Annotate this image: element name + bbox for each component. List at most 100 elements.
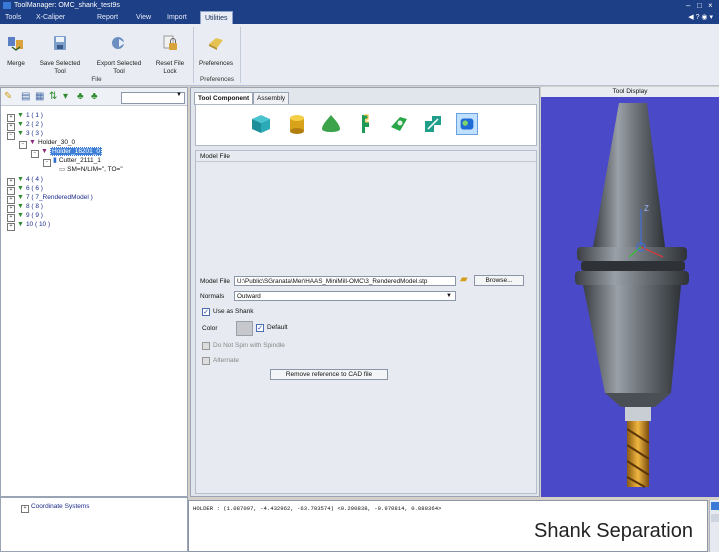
menu-import[interactable]: Import (167, 11, 187, 24)
help-controls[interactable]: ◀ ? ◉ ▾ (688, 11, 713, 24)
tool-icon: ▼ (17, 185, 24, 192)
tools-icon[interactable]: ♣ (91, 91, 98, 103)
holder-shape-icon[interactable] (388, 113, 410, 135)
do-not-spin-label: Do Not Spin with Spindle (213, 342, 285, 349)
tree-item[interactable]: ▭ SM=N/LIM=", TO=" (59, 166, 123, 174)
preferences-icon (209, 38, 223, 51)
color-label: Color (202, 325, 218, 332)
use-as-shank-label: Use as Shank (213, 308, 254, 315)
coordinate-systems-item[interactable]: + Coordinate Systems (21, 503, 90, 513)
tool-icon: ▼ (17, 203, 24, 210)
scroll-thumb[interactable] (711, 514, 719, 522)
menu-bar: Tools X-Caliper Report View Import Utili… (0, 11, 719, 24)
tool-component-panel: Tool Component Assembly Model File Model… (190, 87, 540, 497)
title-bar: ToolManager: OMC_shank_test9s – □ × (0, 0, 719, 11)
normals-label: Normals (200, 293, 225, 300)
holder-icon: ▼ (29, 139, 36, 146)
taper-cone (593, 103, 665, 247)
tree-expand-icon[interactable]: ⇅ (49, 91, 57, 103)
tool-tree-pane: + ▼ 1 ( 1 ) + ▼ 2 ( 2 ) − ▼ 3 ( 3 ) − ▼ Holder_3… (0, 87, 188, 497)
scroll-up-icon[interactable] (711, 502, 719, 510)
default-label: Default (267, 324, 288, 331)
component-type-bar (195, 104, 537, 146)
flange-groove (581, 261, 685, 271)
pencil-icon[interactable]: ✎ (4, 91, 12, 103)
tool-icon: ▼ (17, 221, 24, 228)
do-not-spin-checkbox[interactable] (202, 342, 210, 350)
ribbon-separator (193, 27, 194, 83)
tree-filter-select[interactable]: ▼ (121, 92, 185, 104)
export-selected-tool-button[interactable]: Export Selected Tool (95, 28, 143, 75)
browse-button[interactable]: Browse... (474, 275, 524, 286)
holder-icon: ▼ (41, 148, 48, 155)
menu-report[interactable]: Report (97, 11, 118, 24)
holder-nose (605, 393, 671, 407)
cylinder-icon[interactable] (286, 113, 308, 135)
setting-icon: ▭ (59, 166, 66, 173)
close-button[interactable]: × (708, 0, 713, 11)
ribbon-separator (240, 27, 241, 83)
revolve-profile-icon[interactable] (354, 113, 376, 135)
cad-model-icon[interactable] (456, 113, 478, 135)
console-scrollbar[interactable] (709, 500, 719, 552)
tool-display-viewport[interactable]: Tool Display Z (541, 87, 719, 497)
console-text: HOLDER : (1.087097, -4.432962, -63.70357… (193, 505, 442, 512)
expand-icon[interactable]: + (7, 223, 15, 231)
menu-tools[interactable]: Tools (5, 11, 21, 24)
tree-toolbar: ✎ ▤ ▦ ⇅ ▾ ♣ ♣ ▼ (1, 88, 187, 106)
alternate-checkbox[interactable] (202, 357, 210, 365)
cube-icon[interactable] (250, 113, 272, 135)
use-as-shank-checkbox[interactable]: ✓ (202, 308, 210, 316)
grid-icon[interactable]: ▦ (35, 91, 44, 103)
preferences-label: Preferences (199, 60, 233, 68)
preferences-button[interactable]: Preferences (196, 28, 236, 68)
save-selected-tool-label: Save Selected Tool (39, 60, 81, 75)
tool-display-title: Tool Display (541, 87, 719, 97)
menu-view[interactable]: View (136, 11, 151, 24)
alternate-label: Alternate (213, 357, 240, 364)
find-icon[interactable]: ♣ (77, 91, 84, 103)
maximize-button[interactable]: □ (697, 0, 702, 11)
expand-icon[interactable]: + (21, 505, 29, 513)
tree-item[interactable]: + ▼ 10 ( 10 ) (7, 221, 50, 231)
ribbon: Merge Save Selected Tool Export Selected… (0, 24, 719, 86)
model-file-input[interactable]: U:\Public\SGranata\Mer\HAAS_MiniMill-OMC… (234, 276, 456, 286)
export-tool-icon (112, 37, 125, 50)
shank-separation-caption: Shank Separation (529, 518, 697, 544)
collapse-icon[interactable]: − (31, 150, 39, 158)
merge-button[interactable]: Merge (3, 28, 29, 68)
flange-ring (575, 271, 689, 285)
folder-icon[interactable]: ▰ (460, 274, 468, 285)
sweep-icon[interactable] (422, 113, 444, 135)
tool-icon: ▼ (17, 130, 24, 137)
list-icon[interactable]: ▤ (21, 91, 30, 103)
filter-icon[interactable]: ▾ (63, 91, 68, 103)
reset-file-lock-button[interactable]: Reset File Lock (150, 28, 190, 75)
reset-file-lock-label: Reset File Lock (155, 60, 185, 75)
save-selected-tool-button[interactable]: Save Selected Tool (38, 28, 82, 75)
group-preferences-label: Preferences (200, 76, 234, 83)
save-tool-icon (54, 36, 66, 51)
color-swatch[interactable] (236, 321, 253, 336)
group-title: Model File (200, 153, 230, 160)
remove-cad-reference-button[interactable]: Remove reference to CAD file (270, 369, 388, 380)
z-axis-label: Z (644, 204, 649, 213)
minimize-button[interactable]: – (686, 0, 690, 11)
normals-select[interactable]: Outward ▼ (234, 291, 456, 301)
chevron-down-icon: ▼ (176, 92, 182, 98)
app-logo-icon (3, 2, 11, 9)
window-title: ToolManager: OMC_shank_test9s (14, 2, 120, 9)
export-selected-tool-label: Export Selected Tool (96, 60, 142, 75)
cone-icon[interactable] (320, 113, 342, 135)
model-file-group: Model File Model File U:\Public\SGranata… (195, 150, 537, 494)
holder-body (583, 285, 681, 393)
cutter-shank (625, 407, 651, 421)
collapse-icon[interactable]: − (19, 141, 27, 149)
default-color-checkbox[interactable]: ✓ (256, 324, 264, 332)
menu-utilities[interactable]: Utilities (200, 11, 233, 24)
menu-x-caliper[interactable]: X-Caliper (36, 11, 65, 24)
collapse-icon[interactable]: − (7, 132, 15, 140)
collapse-icon[interactable]: − (43, 159, 51, 167)
merge-icon (8, 37, 23, 52)
merge-label: Merge (7, 60, 25, 68)
